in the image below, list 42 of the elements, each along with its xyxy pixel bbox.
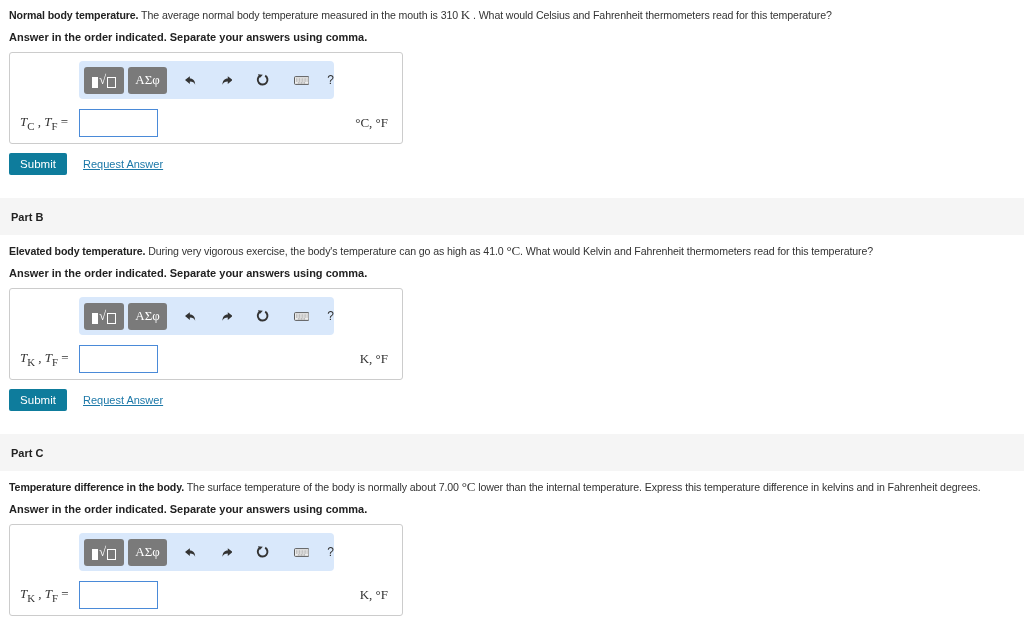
variable-label: T$_{K}$ , T$_{F}$ =	[20, 586, 70, 604]
keyboard-icon[interactable]	[293, 547, 310, 557]
keyboard-icon[interactable]	[293, 311, 310, 321]
reset-icon[interactable]	[256, 309, 270, 323]
redo-icon[interactable]	[220, 74, 233, 86]
instruction-text: Answer in the order indicated. Separate your answers using comma.	[9, 266, 369, 280]
answer-input[interactable]	[79, 581, 158, 609]
redo-icon[interactable]	[220, 310, 233, 322]
part-heading: Part C	[11, 446, 44, 459]
symbols-button[interactable]: ΑΣφ	[128, 66, 167, 94]
units-label: K, °F	[359, 351, 388, 367]
submit-button[interactable]: Submit	[9, 153, 67, 175]
question-text: Normal body temperature. The average normal body temperature measured in the mouth is 310 K . What would Celsius and Fahrenheit thermometers read for this temperature?	[9, 8, 833, 22]
variable-label: T$_{C}$ , T$_{F}$ =	[20, 114, 70, 132]
submit-button[interactable]: Submit	[9, 389, 67, 411]
template-button[interactable]: √	[84, 66, 124, 94]
instruction-text: Answer in the order indicated. Separate your answers using comma.	[9, 502, 369, 516]
help-button[interactable]: ?	[327, 73, 334, 87]
help-button[interactable]: ?	[327, 545, 334, 559]
undo-icon[interactable]	[185, 546, 197, 558]
redo-icon[interactable]	[220, 546, 233, 558]
units-label: °C, °F	[355, 115, 388, 131]
answer-input[interactable]	[79, 345, 158, 373]
undo-icon[interactable]	[185, 74, 197, 86]
help-button[interactable]: ?	[327, 309, 334, 323]
request-answer-link[interactable]: Request Answer	[83, 158, 164, 170]
template-button[interactable]: √	[84, 538, 124, 566]
reset-icon[interactable]	[256, 73, 270, 87]
reset-icon[interactable]	[256, 545, 270, 559]
keyboard-icon[interactable]	[293, 75, 310, 85]
question-text: Elevated body temperature. During very vigorous exercise, the body's temperature can go as high as 41.0 °C. What would Kelvin and Fahrenheit thermometers read for this temperature?	[9, 244, 875, 258]
units-label: K, °F	[359, 587, 388, 603]
template-button[interactable]: √	[84, 302, 124, 330]
answer-input[interactable]	[79, 109, 158, 137]
question-text: Temperature difference in the body. The surface temperature of the body is normally about 7.00 °C lower than the internal temperature. Express this temperature difference in kelvins and in Fahrenheit degrees.	[9, 480, 982, 494]
symbols-button[interactable]: ΑΣφ	[128, 302, 167, 330]
variable-label: T$_{K}$ , T$_{F}$ =	[20, 350, 70, 368]
request-answer-link[interactable]: Request Answer	[83, 394, 164, 406]
instruction-text: Answer in the order indicated. Separate your answers using comma.	[9, 30, 369, 44]
symbols-button[interactable]: ΑΣφ	[128, 538, 167, 566]
undo-icon[interactable]	[185, 310, 197, 322]
part-heading: Part B	[11, 210, 44, 223]
